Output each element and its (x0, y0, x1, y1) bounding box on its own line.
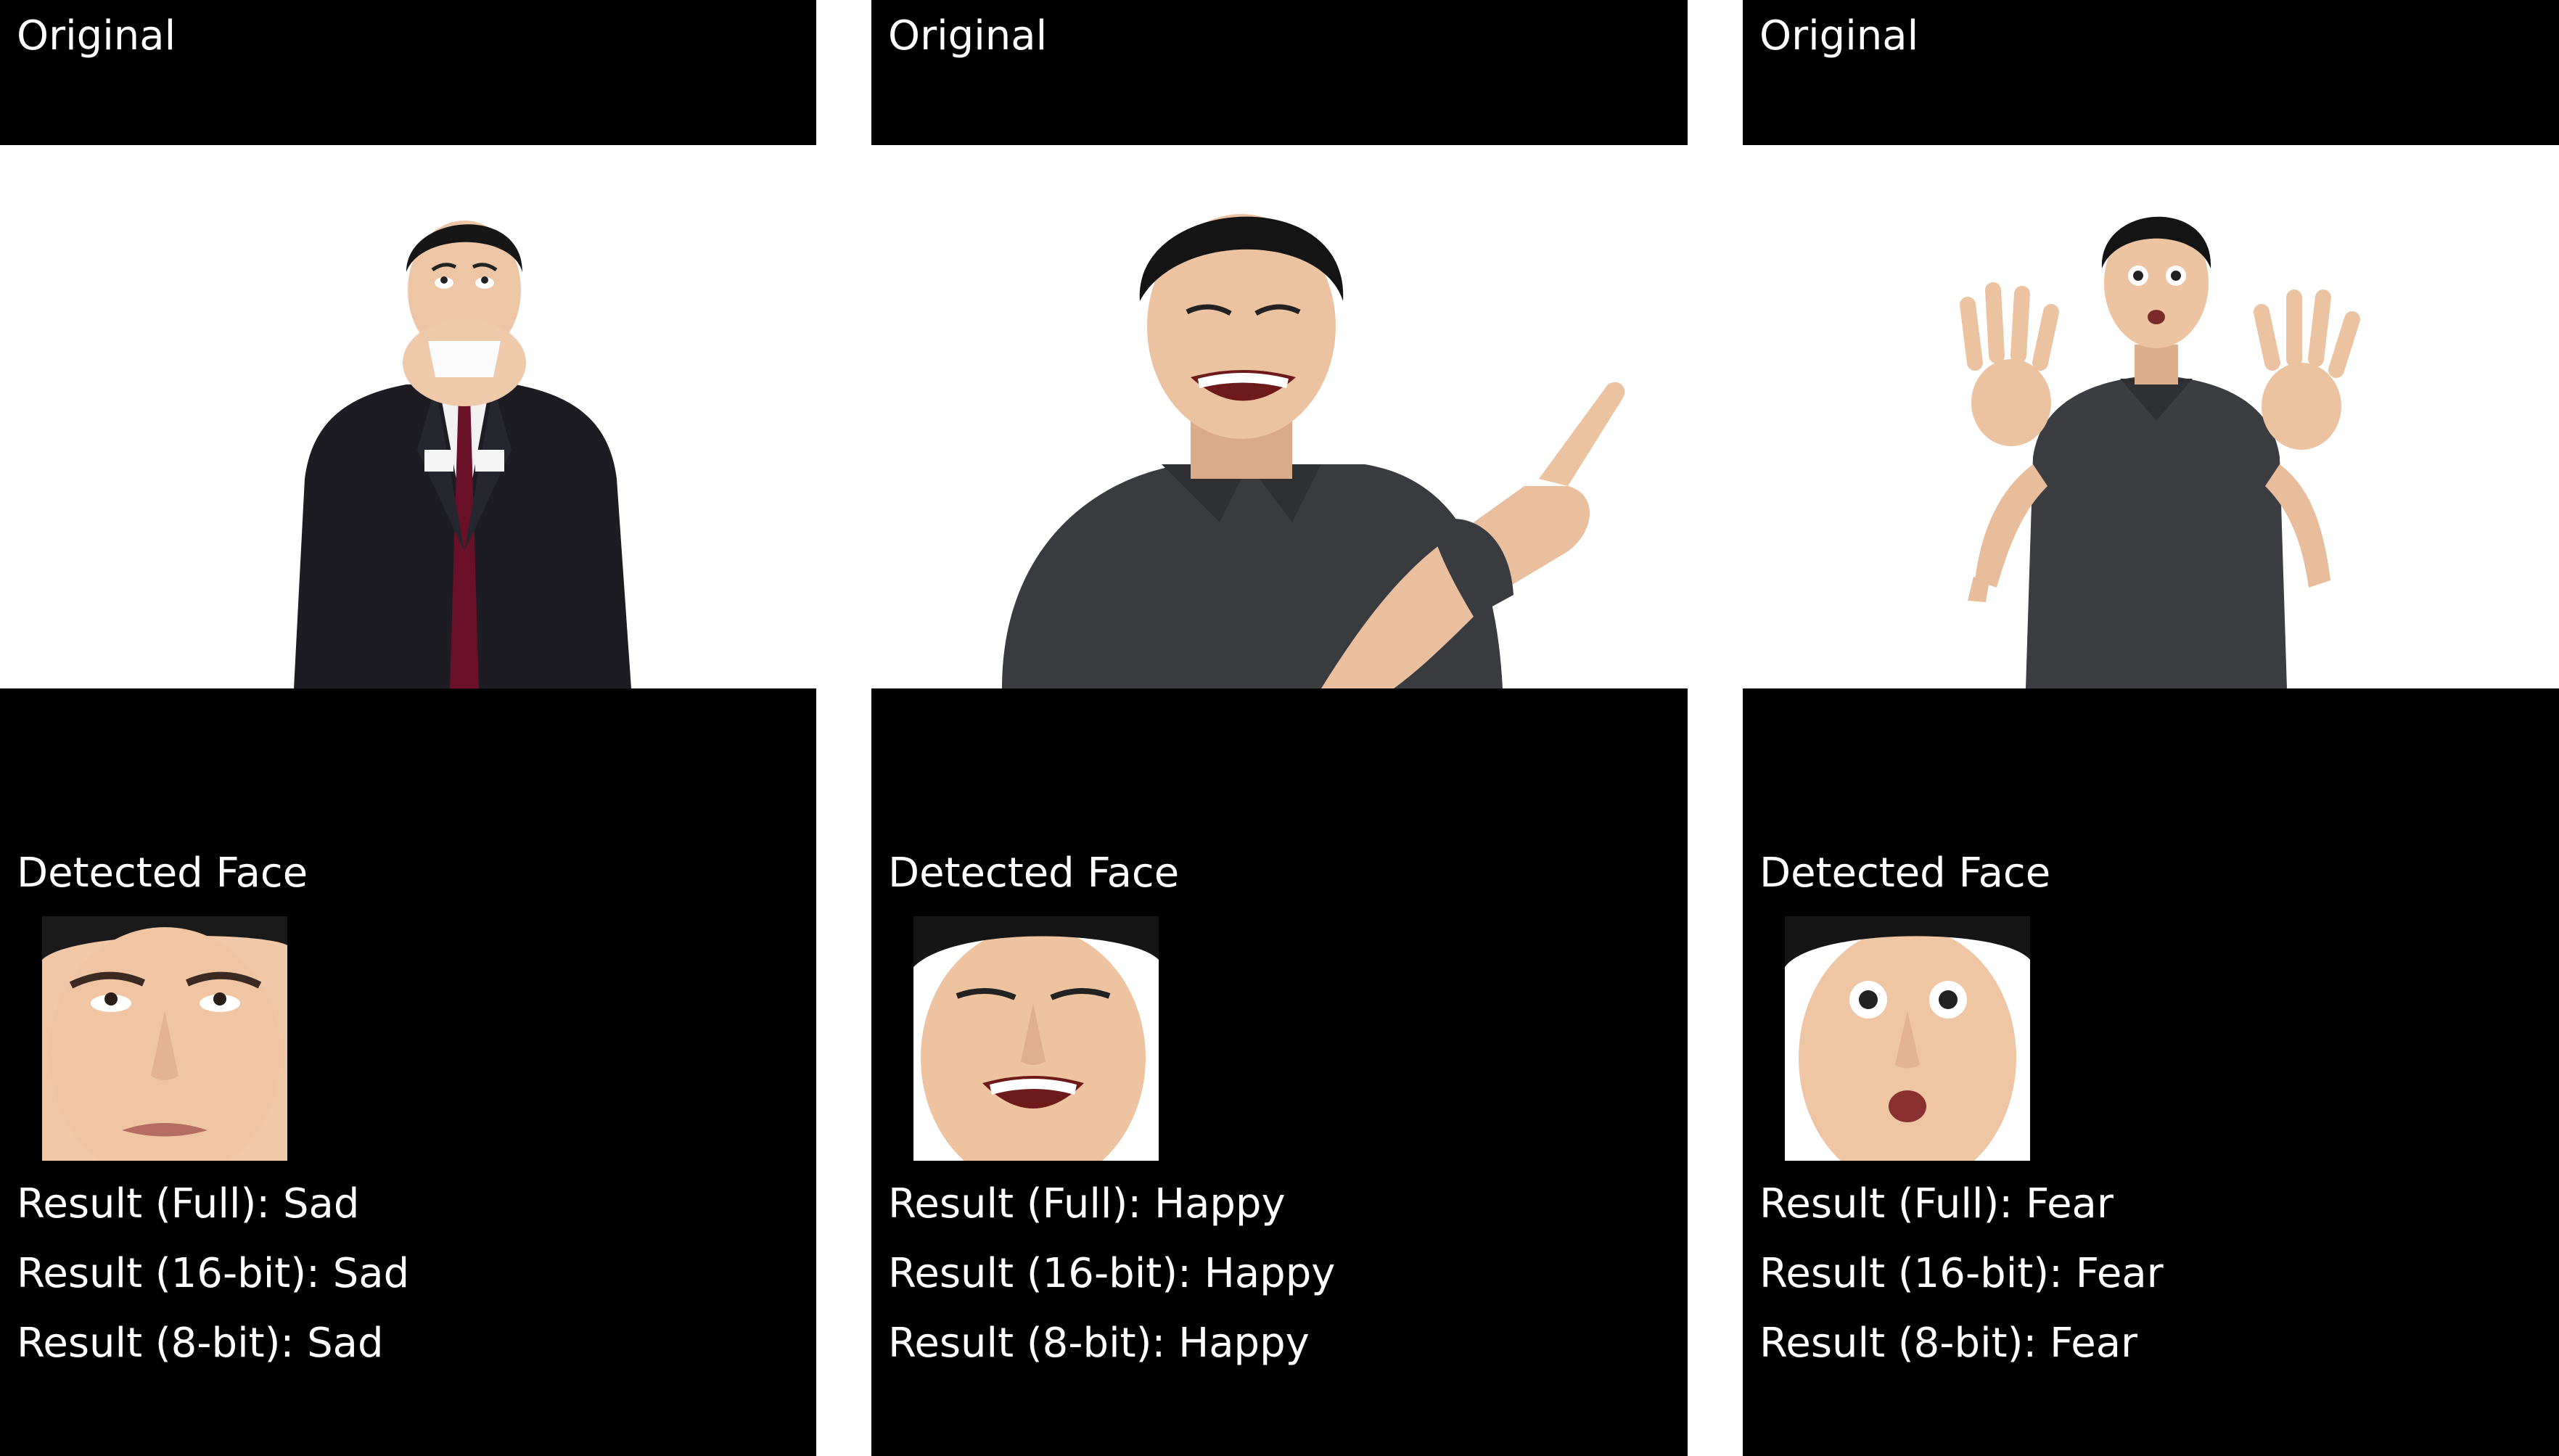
result-full-label: Result (Full): Happy (888, 1180, 1286, 1227)
detected-face-thumbnail (913, 916, 1159, 1161)
photo-man-in-suit (0, 145, 816, 688)
photo-man-surprised (1743, 145, 2559, 688)
result-full-label: Result (Full): Sad (17, 1180, 360, 1227)
result-8bit-label: Result (8-bit): Fear (1759, 1320, 2138, 1367)
face-crop-happy (913, 916, 1159, 1161)
result-16bit-label: Result (16-bit): Fear (1759, 1250, 2164, 1297)
original-label: Original (888, 12, 1048, 59)
face-crop-sad (42, 916, 287, 1161)
app-screen-sad: Original Detected Face Result (Full): Sa… (0, 0, 816, 1456)
app-screen-happy: Original Detected Face Result (Full): Ha… (871, 0, 1688, 1456)
result-8bit-label: Result (8-bit): Sad (17, 1320, 384, 1367)
result-16bit-label: Result (16-bit): Sad (17, 1250, 410, 1297)
photo-man-laughing-pointing (871, 145, 1688, 688)
original-label: Original (1759, 12, 1919, 59)
original-photo (871, 145, 1688, 688)
detected-face-label: Detected Face (1759, 850, 2051, 897)
detected-face-thumbnail (1785, 916, 2030, 1161)
detected-face-thumbnail (42, 916, 287, 1161)
result-8bit-label: Result (8-bit): Happy (888, 1320, 1310, 1367)
original-photo (0, 145, 816, 688)
result-full-label: Result (Full): Fear (1759, 1180, 2114, 1227)
app-screen-fear: Original Detected Face Result (Full): Fe… (1743, 0, 2559, 1456)
result-16bit-label: Result (16-bit): Happy (888, 1250, 1336, 1297)
comparison-canvas: Original Detected Face Result (Full): Sa… (0, 0, 2559, 1456)
detected-face-label: Detected Face (17, 850, 308, 897)
detected-face-label: Detected Face (888, 850, 1180, 897)
original-photo (1743, 145, 2559, 688)
face-crop-fear (1785, 916, 2030, 1161)
original-label: Original (17, 12, 176, 59)
